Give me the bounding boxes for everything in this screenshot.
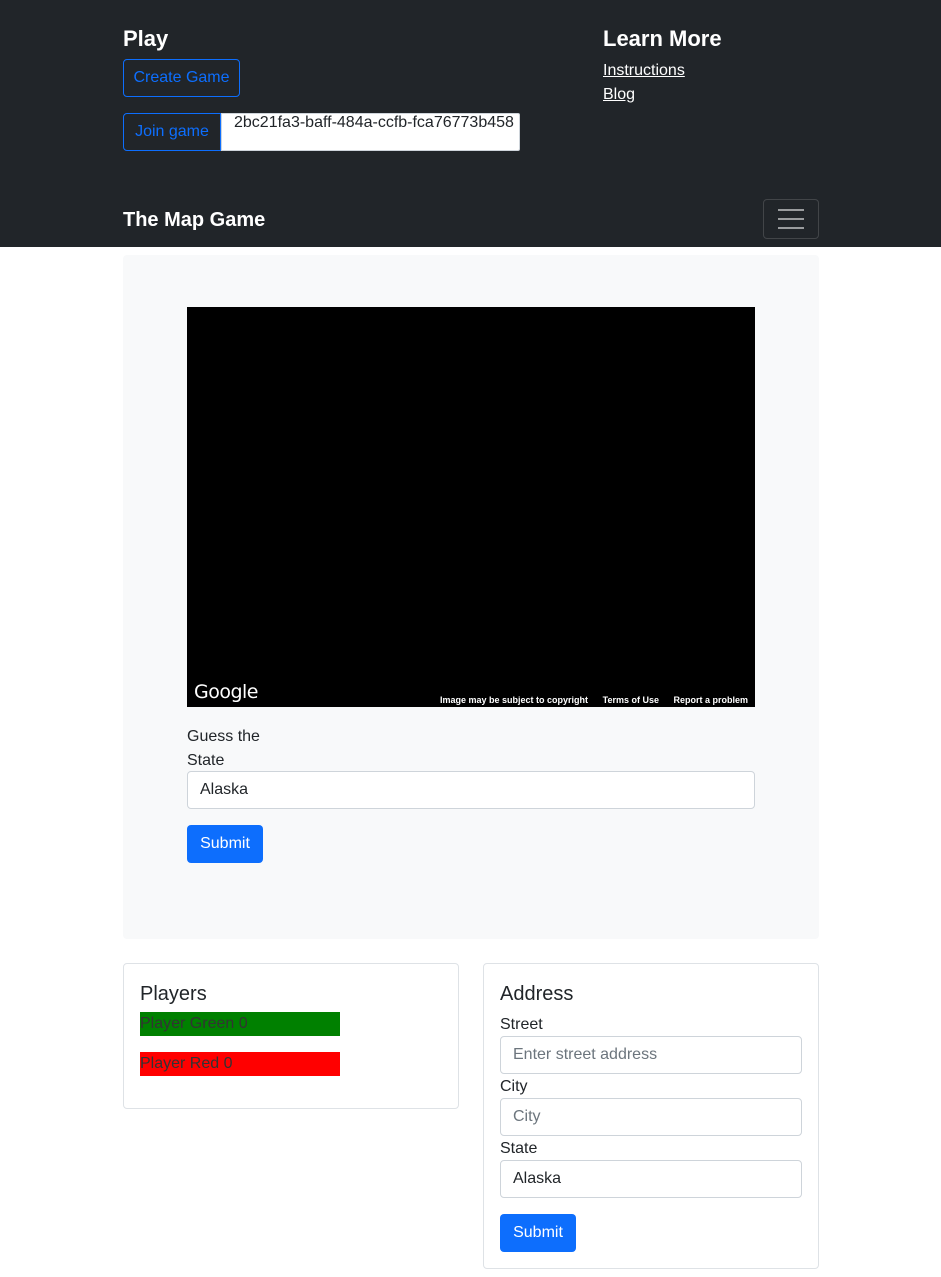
guess-state-label: Guess the State [187, 728, 260, 769]
game-id-input[interactable]: 2bc21fa3-baff-484a-ccfb-fca76773b458 [221, 113, 520, 151]
map-report-link[interactable]: Report a problem [673, 695, 748, 705]
create-game-button[interactable]: Create Game [123, 59, 240, 97]
street-label: Street [500, 1016, 543, 1033]
top-header: Play Create Game Join game 2bc21fa3-baff… [0, 0, 941, 247]
city-placeholder: City [513, 1108, 541, 1125]
hamburger-menu-icon [778, 209, 804, 211]
state-label: State [500, 1140, 538, 1157]
learn-more-heading: Learn More [603, 26, 722, 51]
player-green-bar: Player Green 0 [140, 1012, 340, 1036]
state-input[interactable]: Alaska [500, 1160, 802, 1198]
guess-submit-button[interactable]: Submit [187, 825, 263, 863]
address-submit-button[interactable]: Submit [500, 1214, 576, 1252]
play-heading: Play [123, 26, 169, 51]
street-view-map[interactable]: Google Image may be subject to copyright… [187, 307, 755, 707]
hamburger-menu-icon [778, 227, 804, 229]
navbar-toggler-button[interactable] [763, 199, 819, 239]
hamburger-menu-icon [778, 218, 804, 220]
guess-state-input[interactable]: Alaska [187, 771, 755, 809]
address-title: Address [500, 983, 574, 1005]
players-card: Players Player Green 0 Player Red 0 [123, 963, 459, 1109]
google-logo: Google [194, 681, 259, 703]
map-copyright-text: Image may be subject to copyright [439, 695, 588, 705]
blog-link[interactable]: Blog [603, 86, 635, 104]
street-input[interactable]: Enter street address [500, 1036, 802, 1074]
map-terms-link[interactable]: Terms of Use [603, 695, 659, 705]
instructions-link[interactable]: Instructions [603, 62, 685, 80]
join-game-group: Join game 2bc21fa3-baff-484a-ccfb-fca767… [123, 113, 520, 151]
player-red-bar: Player Red 0 [140, 1052, 340, 1076]
join-game-button[interactable]: Join game [123, 113, 221, 151]
street-placeholder: Enter street address [513, 1046, 658, 1063]
city-label: City [500, 1078, 528, 1095]
navbar-brand[interactable]: The Map Game [123, 209, 265, 232]
address-card: Address Street Enter street address City… [483, 963, 819, 1269]
city-input[interactable]: City [500, 1098, 802, 1136]
players-title: Players [140, 983, 207, 1005]
game-panel: Google Image may be subject to copyright… [123, 255, 819, 939]
